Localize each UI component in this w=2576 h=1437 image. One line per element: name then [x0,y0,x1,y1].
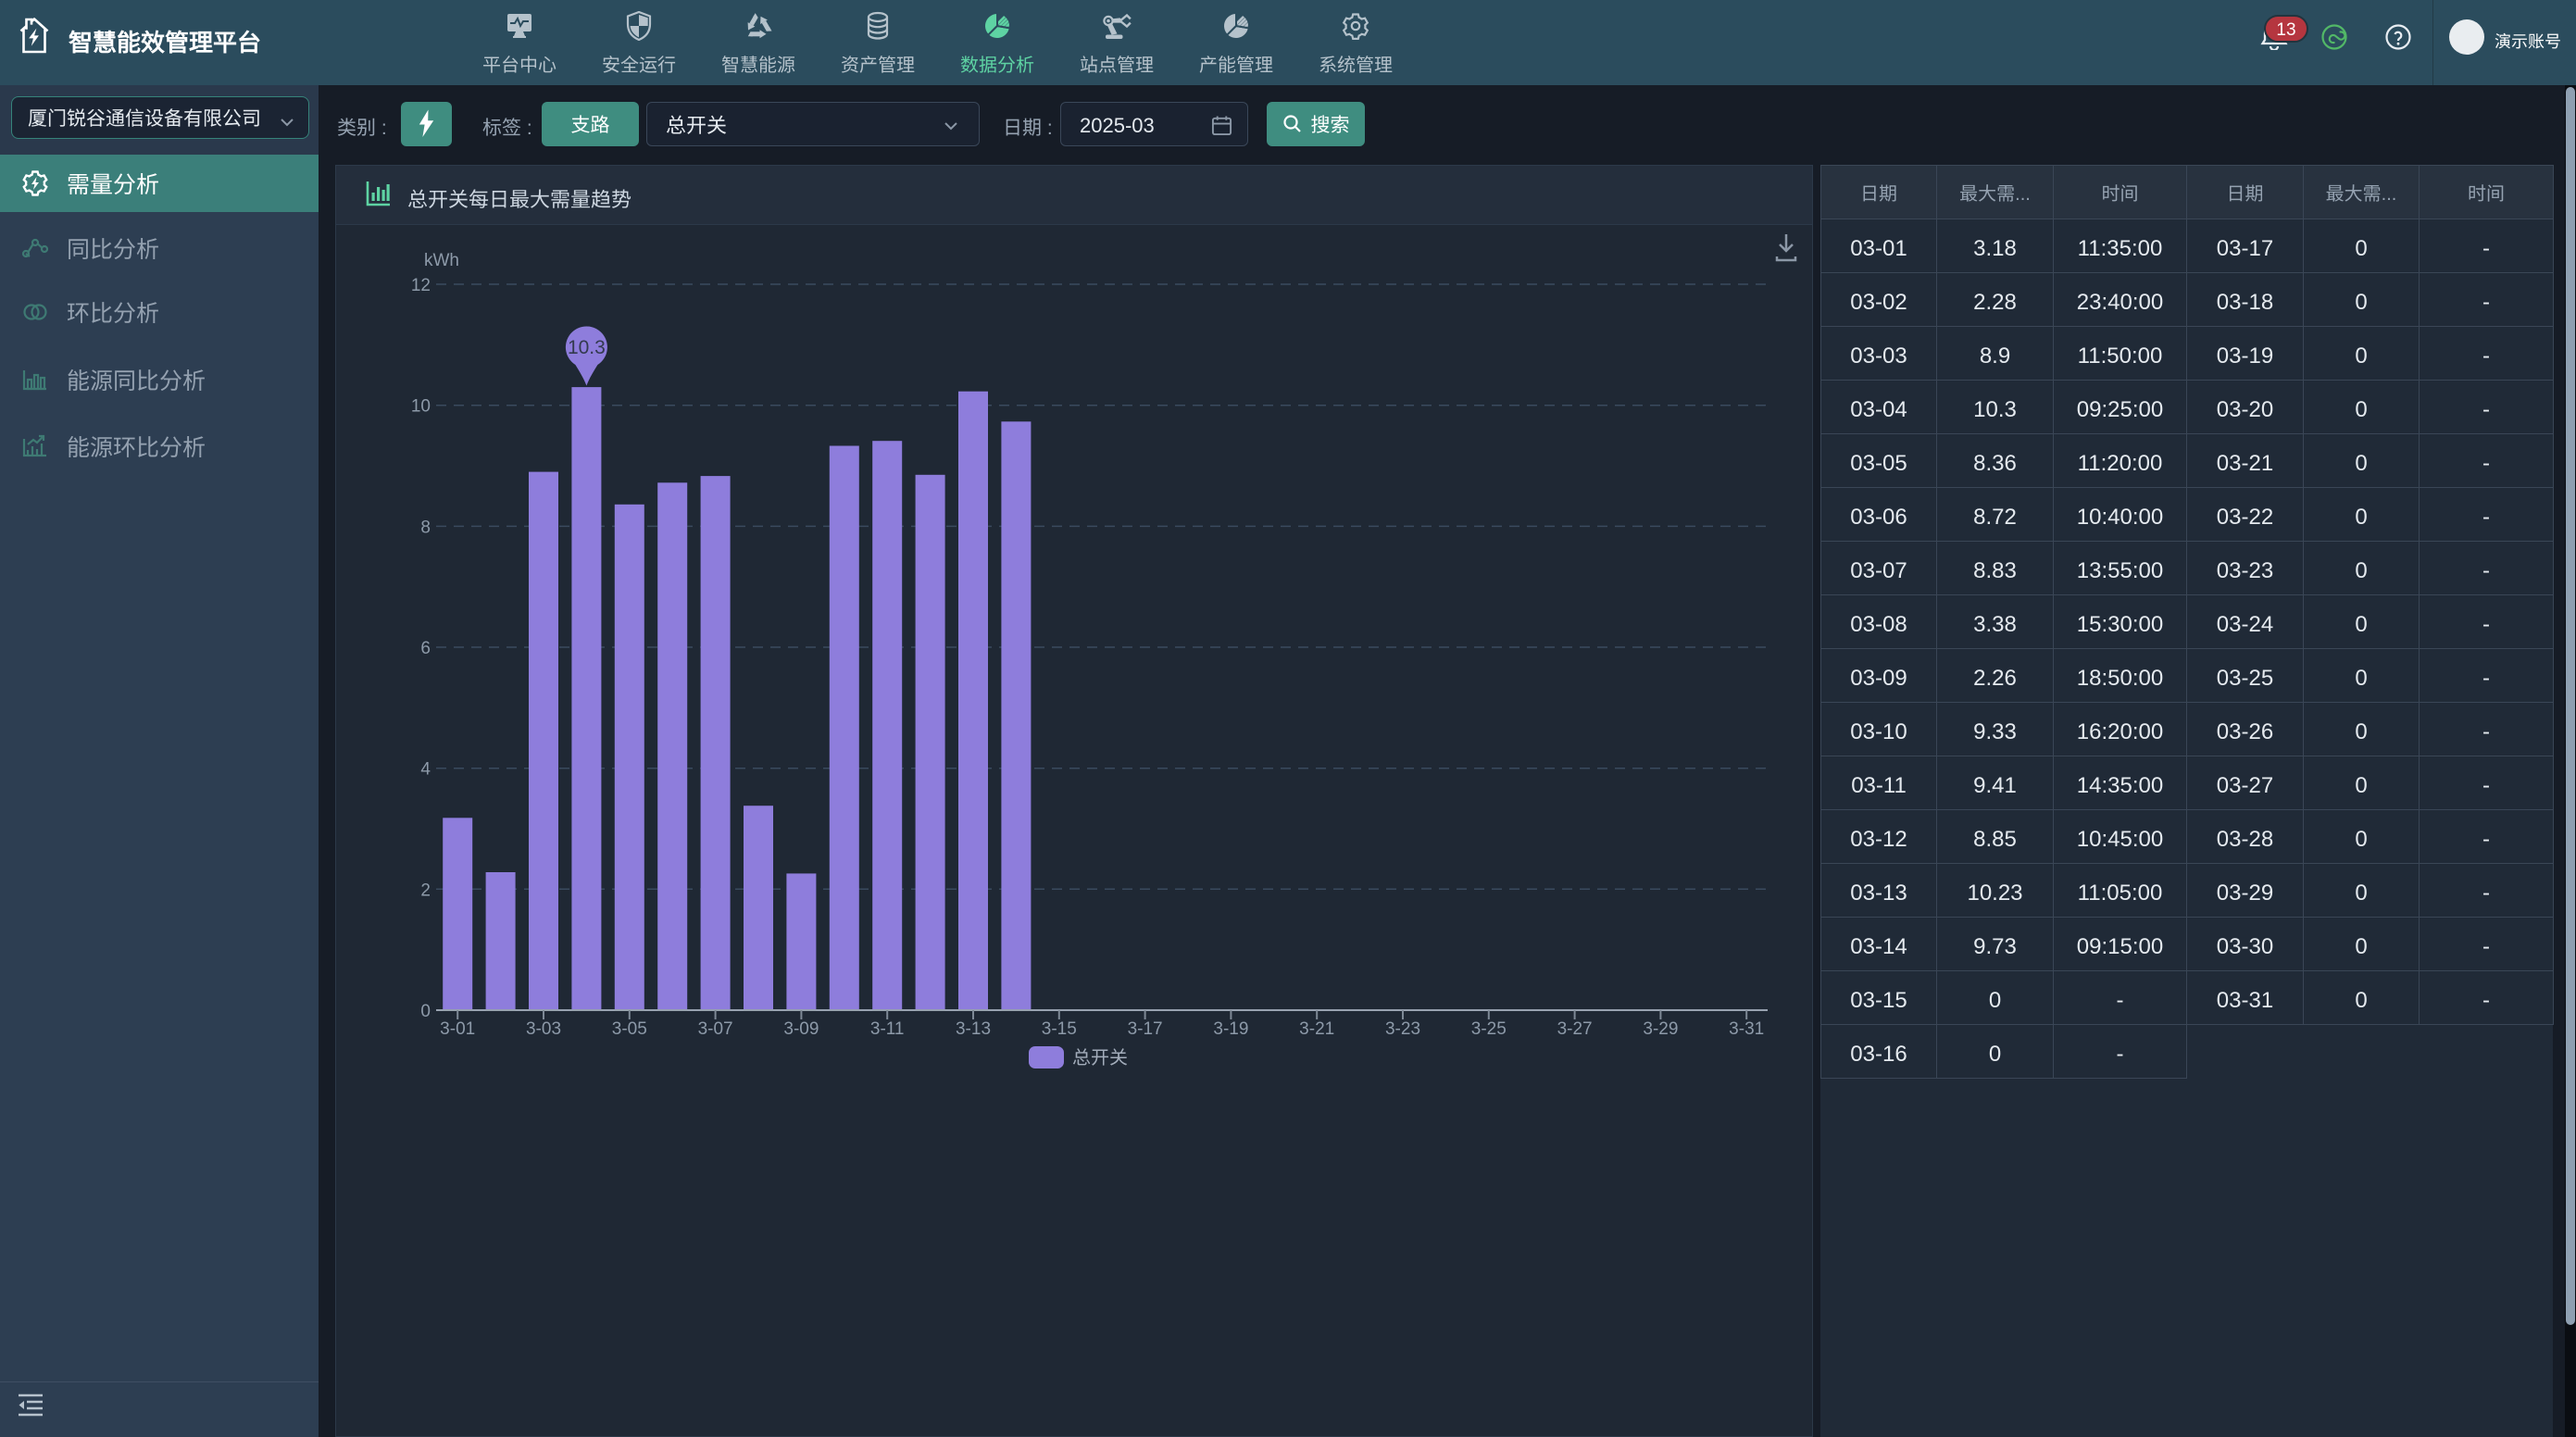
svg-text:10.3: 10.3 [568,332,606,360]
svg-text:总开关: 总开关 [1072,1043,1128,1069]
svg-text:3-13: 3-13 [956,1015,991,1040]
svg-text:3-27: 3-27 [1557,1015,1593,1040]
svg-text:3-09: 3-09 [783,1015,819,1040]
svg-text:10: 10 [411,393,431,418]
svg-text:3-21: 3-21 [1299,1015,1334,1040]
svg-text:3-15: 3-15 [1042,1015,1077,1040]
svg-text:3-05: 3-05 [612,1015,647,1040]
svg-text:3-11: 3-11 [870,1015,905,1040]
svg-text:3-01: 3-01 [440,1015,475,1040]
svg-text:3-17: 3-17 [1128,1015,1163,1040]
svg-text:3-31: 3-31 [1729,1015,1764,1040]
svg-text:3-23: 3-23 [1385,1015,1420,1040]
svg-text:3-25: 3-25 [1471,1015,1507,1040]
svg-text:12: 12 [411,271,431,296]
svg-text:6: 6 [420,634,431,659]
svg-text:0: 0 [420,997,431,1022]
svg-text:kWh: kWh [424,246,459,271]
svg-text:4: 4 [420,756,431,781]
svg-text:2: 2 [420,876,431,901]
svg-text:3-07: 3-07 [698,1015,733,1040]
svg-text:3-03: 3-03 [526,1015,561,1040]
svg-text:3-19: 3-19 [1213,1015,1248,1040]
svg-text:8: 8 [420,513,431,538]
svg-text:3-29: 3-29 [1643,1015,1678,1040]
